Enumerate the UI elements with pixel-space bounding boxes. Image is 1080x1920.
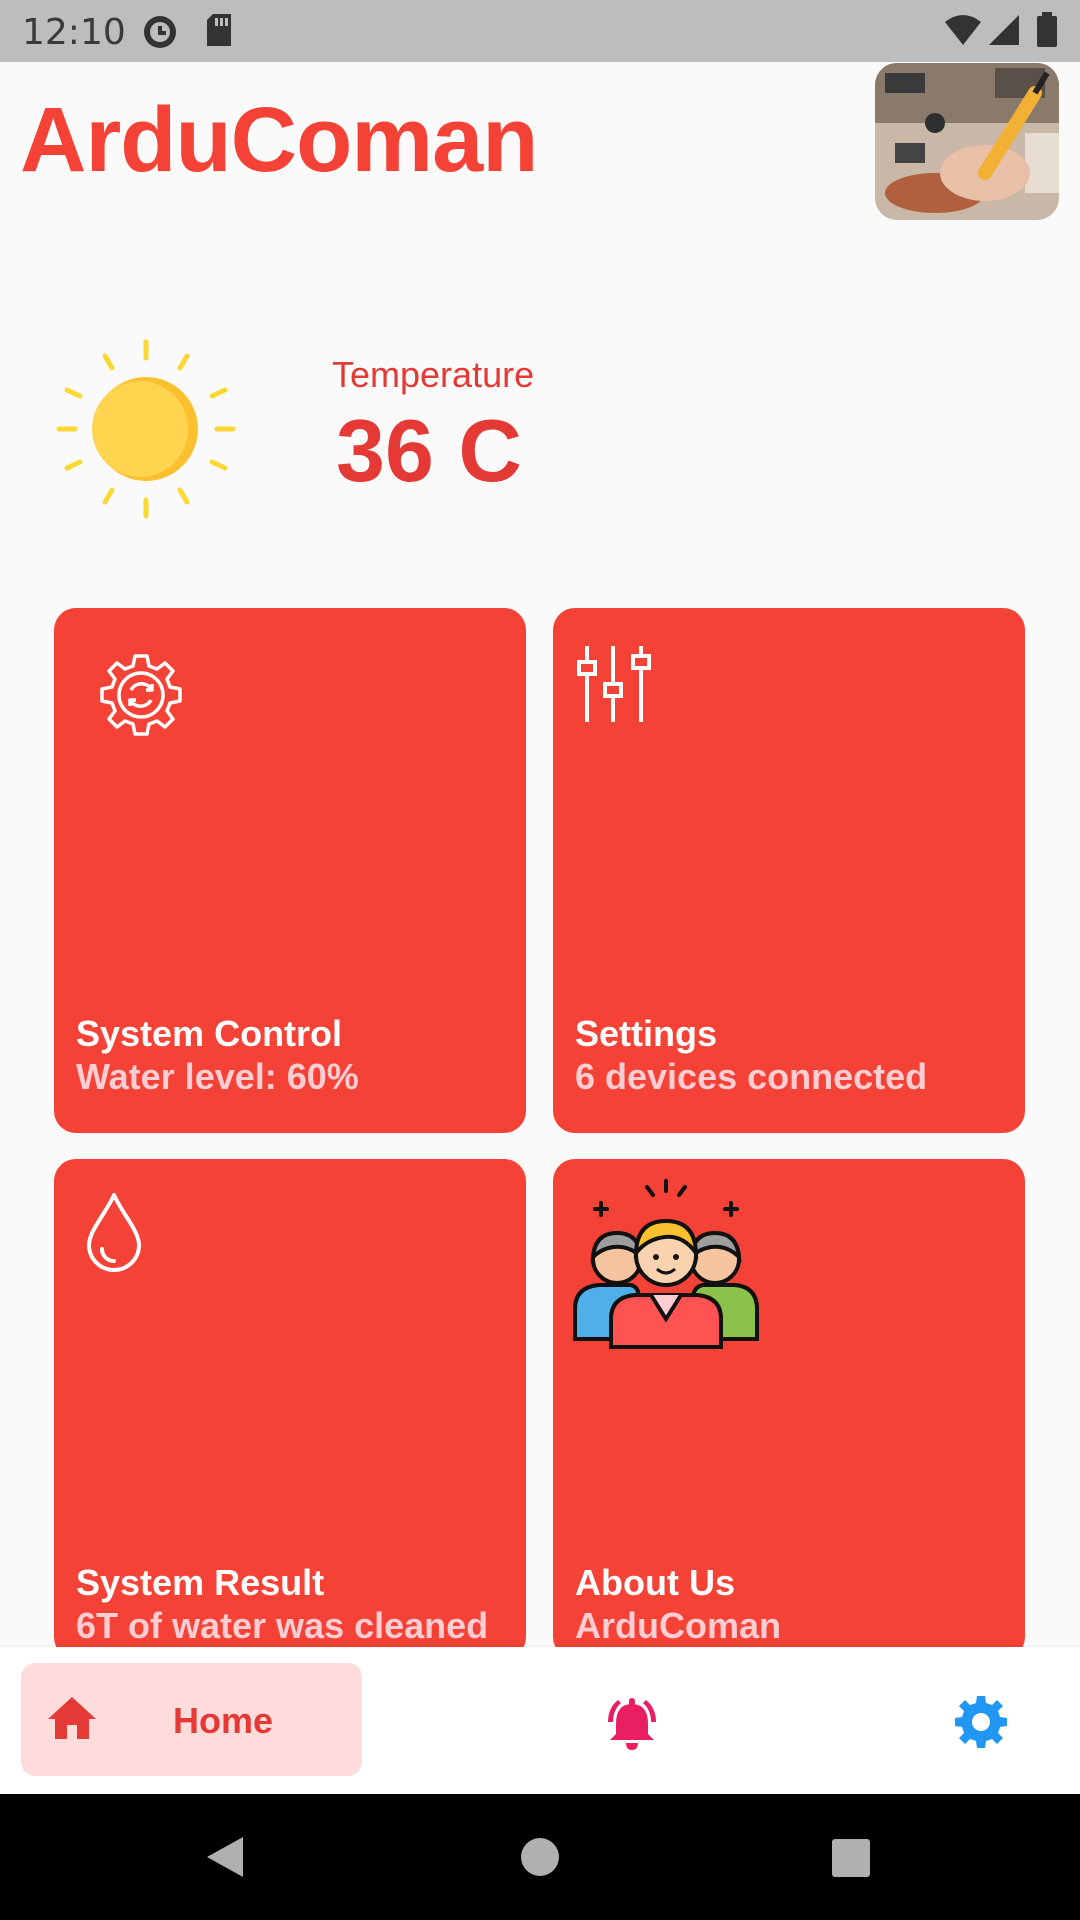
- sd-card-icon: [207, 14, 231, 46]
- nav-home-tab[interactable]: Home: [21, 1663, 362, 1776]
- temperature-label: Temperature: [332, 354, 535, 395]
- sun-icon: [56, 339, 236, 519]
- system-navigation-bar: [0, 1794, 1080, 1920]
- card-subtitle: ArduComan: [575, 1605, 781, 1646]
- back-icon[interactable]: [205, 1835, 245, 1879]
- status-time: 12:10: [22, 12, 126, 53]
- card-settings[interactable]: Settings 6 devices connected: [553, 608, 1025, 1133]
- bell-icon[interactable]: [604, 1696, 660, 1752]
- app-title: ArduComan: [20, 89, 538, 191]
- card-system-result[interactable]: System Result 6T of water was cleaned: [54, 1159, 526, 1659]
- card-system-control[interactable]: System Control Water level: 60%: [54, 608, 526, 1133]
- wifi-icon: [945, 15, 981, 45]
- battery-icon: [1037, 12, 1057, 47]
- home-circle-icon[interactable]: [520, 1837, 560, 1877]
- team-icon: [573, 1179, 759, 1349]
- card-about-us[interactable]: About Us ArduComan: [553, 1159, 1025, 1659]
- card-title: Settings: [575, 1013, 718, 1054]
- card-title: System Result: [76, 1562, 325, 1603]
- card-subtitle: 6T of water was cleaned: [76, 1605, 489, 1646]
- home-icon: [48, 1697, 96, 1739]
- card-title: About Us: [575, 1562, 735, 1603]
- card-subtitle: Water level: 60%: [76, 1056, 359, 1097]
- bottom-navigation: Home: [0, 1647, 1080, 1794]
- card-title: System Control: [76, 1013, 343, 1054]
- soldering-photo: [875, 63, 1059, 220]
- avatar[interactable]: [875, 63, 1059, 220]
- temperature-value: 36 C: [336, 401, 522, 500]
- cell-signal-icon: [989, 15, 1019, 45]
- water-drop-icon: [87, 1193, 141, 1272]
- status-bar: 12:10: [0, 0, 1080, 62]
- card-subtitle: 6 devices connected: [575, 1056, 928, 1097]
- alarm-clock-icon: [144, 16, 176, 48]
- recents-icon[interactable]: [831, 1838, 871, 1878]
- nav-home-label: Home: [173, 1700, 274, 1741]
- gear-sync-icon: [100, 654, 182, 736]
- sliders-icon: [577, 646, 651, 722]
- gear-icon[interactable]: [953, 1694, 1009, 1750]
